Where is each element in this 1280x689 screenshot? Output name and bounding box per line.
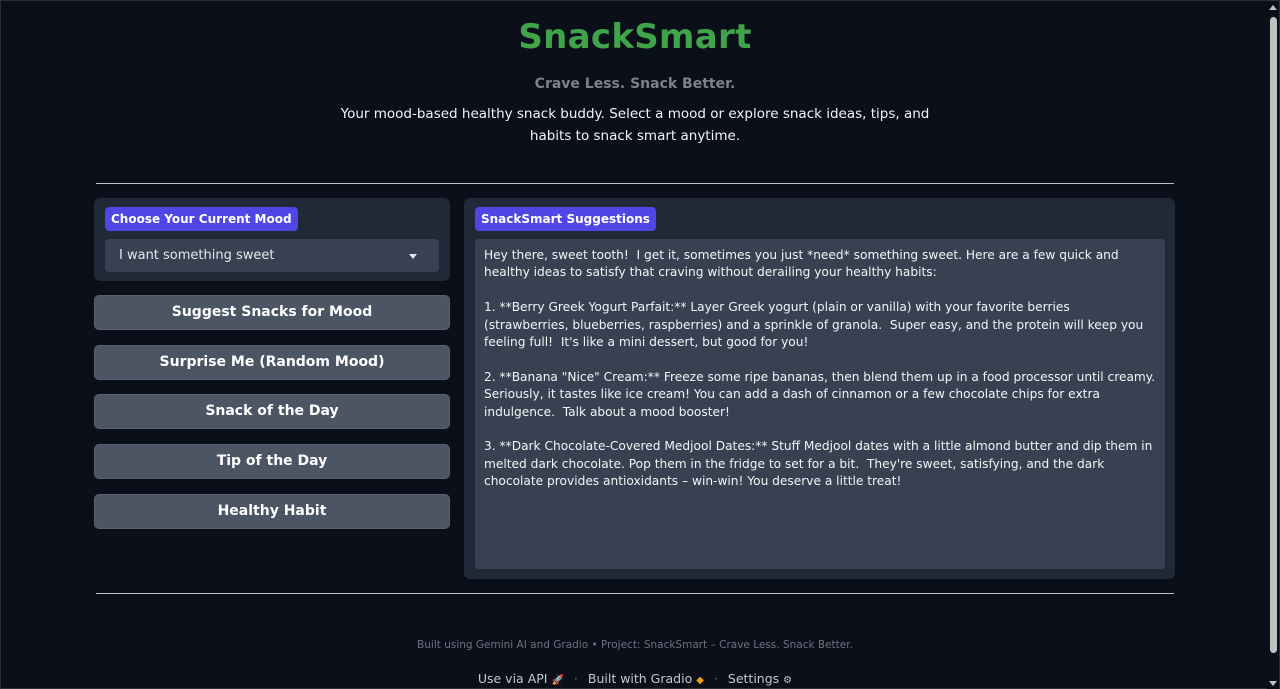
tip-of-the-day-button[interactable]: Tip of the Day [94, 444, 450, 479]
footer-separator: · [573, 671, 578, 686]
suggestions-output[interactable]: Hey there, sweet tooth! I get it, someti… [475, 239, 1165, 569]
chevron-down-icon [409, 254, 417, 259]
scroll-up-icon[interactable] [1269, 5, 1277, 10]
footer-links: Use via API 🚀 · Built with Gradio ◆ · Sett… [1, 671, 1269, 686]
app-window: SnackSmart Crave Less. Snack Better. You… [0, 0, 1280, 689]
mood-dropdown-value: I want something sweet [119, 248, 275, 263]
tagline: Crave Less. Snack Better. [534, 76, 736, 92]
suggestions-label: SnackSmart Suggestions [475, 207, 656, 231]
bottom-divider [96, 593, 1174, 594]
scrollbar-thumb[interactable] [1270, 17, 1277, 653]
gear-icon: ⚙ [783, 675, 793, 686]
rocket-icon: 🚀 [551, 675, 564, 686]
built-with-gradio-link[interactable]: Built with Gradio ◆ [588, 671, 704, 686]
suggest-snacks-button[interactable]: Suggest Snacks for Mood [94, 295, 450, 330]
page-title: SnackSmart [518, 17, 752, 57]
healthy-habit-button[interactable]: Healthy Habit [94, 494, 450, 529]
top-divider [96, 183, 1174, 184]
mood-label: Choose Your Current Mood [105, 207, 298, 231]
footer-note: Built using Gemini AI and Gradio • Proje… [417, 639, 853, 651]
surprise-me-button[interactable]: Surprise Me (Random Mood) [94, 345, 450, 380]
scroll-down-icon[interactable] [1269, 681, 1277, 686]
footer-separator: · [713, 671, 718, 686]
settings-link[interactable]: Settings ⚙ [728, 671, 792, 686]
use-via-api-link[interactable]: Use via API 🚀 [478, 671, 564, 686]
snack-of-the-day-button[interactable]: Snack of the Day [94, 394, 450, 429]
scrollbar[interactable] [1267, 1, 1279, 689]
page-description: Your mood-based healthy snack buddy. Sel… [340, 106, 930, 144]
mood-dropdown[interactable]: I want something sweet [105, 239, 439, 272]
suggestions-panel: SnackSmart Suggestions Hey there, sweet … [464, 198, 1175, 579]
gradio-logo-icon: ◆ [696, 675, 704, 686]
mood-panel: Choose Your Current Mood I want somethin… [94, 198, 450, 281]
